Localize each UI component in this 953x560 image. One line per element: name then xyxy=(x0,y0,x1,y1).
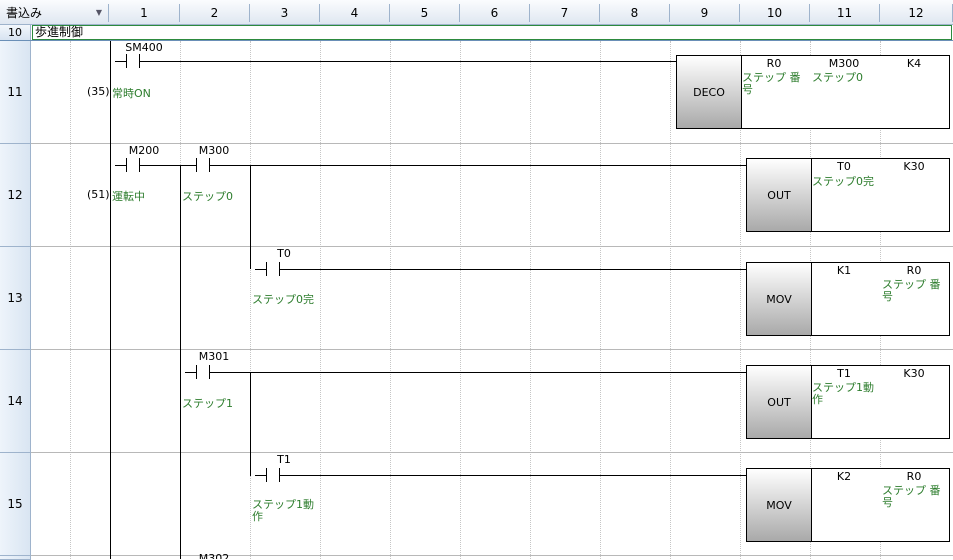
operand-2-device: R0 xyxy=(906,264,922,277)
contact-comment: ステップ1動作 xyxy=(252,498,314,523)
operand-1-device: K2 xyxy=(836,470,852,483)
row-number-15[interactable]: 15 xyxy=(0,453,31,556)
column-header-11: 11 xyxy=(810,4,880,22)
contact-device-label: T1 xyxy=(277,453,291,466)
operand-2-device: R0 xyxy=(906,470,922,483)
contact-comment: ステップ0完 xyxy=(252,293,314,306)
instruction-name: OUT xyxy=(747,159,812,231)
instruction-name: MOV xyxy=(747,469,812,541)
column-header-4: 4 xyxy=(320,4,390,22)
contact-device-label: M200 xyxy=(128,144,160,157)
no-contact-m300[interactable] xyxy=(185,158,225,172)
row-number-11[interactable]: 11 xyxy=(0,41,31,144)
contact-comment: 運転中 xyxy=(112,190,145,203)
operand-1-comment: ステップ1動作 xyxy=(812,381,874,406)
column-header-12: 12 xyxy=(880,4,953,22)
column-header-bar: 書込み ▼ 1 2 3 4 5 6 7 8 9 10 11 12 xyxy=(0,0,953,25)
contact-device-label: SM400 xyxy=(125,41,163,54)
column-header-10: 10 xyxy=(740,4,810,22)
rung-wire xyxy=(225,165,746,166)
operand-1-device: T0 xyxy=(837,160,851,173)
no-contact-m200[interactable] xyxy=(115,158,155,172)
operand-2-comment: ステップ 番号 xyxy=(882,484,941,509)
row-number-13[interactable]: 13 xyxy=(0,247,31,350)
contact-device-label: M300 xyxy=(198,144,230,157)
column-header-1: 1 xyxy=(109,4,180,22)
operand-2-device: K30 xyxy=(903,367,925,380)
operand-1-device: K1 xyxy=(836,264,852,277)
contact-comment: ステップ1 xyxy=(182,397,233,410)
row-number-16[interactable] xyxy=(0,556,31,560)
row-number: 10 xyxy=(0,25,31,40)
rung-wire xyxy=(155,61,677,62)
no-contact-t1[interactable] xyxy=(255,468,295,482)
operand-2-device: K30 xyxy=(903,160,925,173)
operand-2-comment: ステップ 番号 xyxy=(882,278,941,303)
no-contact-t0[interactable] xyxy=(255,262,295,276)
operand-1-device: R0 xyxy=(766,57,782,70)
instruction-name: DECO xyxy=(677,56,742,128)
column-header-7: 7 xyxy=(530,4,600,22)
instruction-name: MOV xyxy=(747,263,812,335)
rung-wire xyxy=(225,372,746,373)
operand-2-device: M300 xyxy=(828,57,860,70)
operand-1-comment: ステップ0完 xyxy=(812,175,874,188)
contact-device-label: M301 xyxy=(198,350,230,363)
no-contact-sm400[interactable] xyxy=(115,54,155,68)
instruction-name: OUT xyxy=(747,366,812,438)
operand-1-comment: ステップ 番号 xyxy=(742,71,801,96)
operand-3-device: K4 xyxy=(906,57,922,70)
mode-dropdown[interactable]: 書込み ▼ xyxy=(0,4,109,22)
operand-2-comment: ステップ0 xyxy=(812,71,863,84)
column-header-9: 9 xyxy=(670,4,740,22)
contact-device-label: T0 xyxy=(277,247,291,260)
mode-label: 書込み xyxy=(6,6,43,20)
column-header-6: 6 xyxy=(460,4,530,22)
statement-row[interactable]: 10 歩進制御 xyxy=(0,25,953,41)
statement-comment[interactable]: 歩進制御 xyxy=(32,25,952,40)
contact-comment: 常時ON xyxy=(112,87,151,100)
column-header-8: 8 xyxy=(600,4,670,22)
step-number: (35) xyxy=(87,85,110,98)
chevron-down-icon[interactable]: ▼ xyxy=(96,4,102,22)
contact-device-label: M302 xyxy=(180,553,248,559)
no-contact-m301[interactable] xyxy=(185,365,225,379)
row-number-12[interactable]: 12 xyxy=(0,144,31,247)
column-header-2: 2 xyxy=(180,4,250,22)
rung-wire xyxy=(295,475,746,476)
step-number: (51) xyxy=(87,188,110,201)
contact-comment: ステップ0 xyxy=(182,190,233,203)
left-power-rail xyxy=(110,41,111,559)
column-header-3: 3 xyxy=(250,4,320,22)
operand-1-device: T1 xyxy=(837,367,851,380)
column-header-5: 5 xyxy=(390,4,460,22)
row-number-14[interactable]: 14 xyxy=(0,350,31,453)
rung-wire xyxy=(295,269,746,270)
